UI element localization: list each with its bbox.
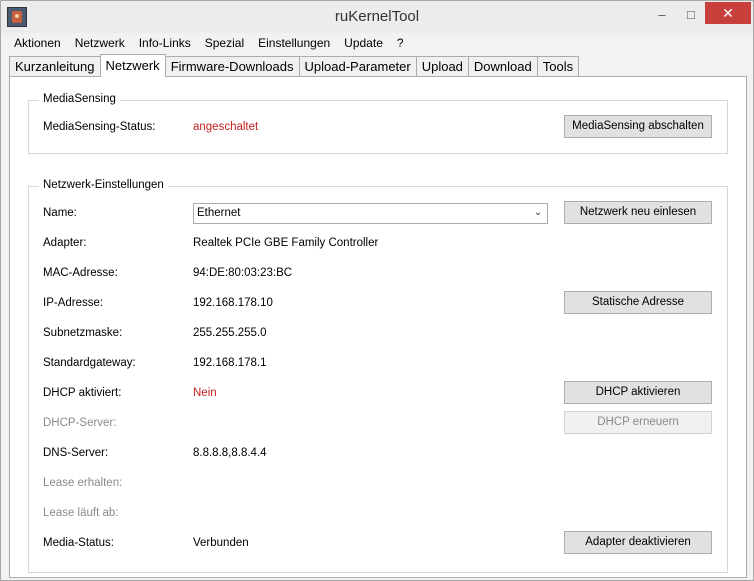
name-label: Name:: [43, 207, 77, 219]
minimize-button[interactable]: –: [651, 5, 673, 25]
mediasensing-group: MediaSensing MediaSensing-Status: angesc…: [28, 93, 728, 154]
chevron-down-icon: ⌄: [533, 207, 543, 218]
tab-content-panel: MediaSensing MediaSensing-Status: angesc…: [9, 76, 747, 578]
ip-address-value: 192.168.178.10: [193, 297, 273, 309]
menu-info-links[interactable]: Info-Links: [132, 34, 198, 52]
menu-update[interactable]: Update: [337, 34, 390, 52]
dhcp-server-label: DHCP-Server:: [43, 417, 117, 429]
dhcp-enabled-label: DHCP aktiviert:: [43, 387, 122, 399]
mac-address-value: 94:DE:80:03:23:BC: [193, 267, 293, 279]
media-status-value: Verbunden: [193, 537, 249, 549]
dhcp-activate-button[interactable]: DHCP aktivieren: [564, 381, 712, 404]
window-title: ruKernelTool: [334, 8, 420, 25]
app-window: ruKernelTool – □ ✕ Aktionen Netzwerk Inf…: [0, 0, 754, 581]
menu-help[interactable]: ?: [390, 34, 411, 52]
static-address-button[interactable]: Statische Adresse: [564, 291, 712, 314]
gateway-value: 192.168.178.1: [193, 357, 267, 369]
rescan-network-button[interactable]: Netzwerk neu einlesen: [564, 201, 712, 224]
media-status-label: Media-Status:: [43, 537, 114, 549]
gateway-label: Standardgateway:: [43, 357, 136, 369]
menu-bar: Aktionen Netzwerk Info-Links Spezial Ein…: [7, 34, 411, 52]
network-name-dropdown[interactable]: Ethernet ⌄: [193, 203, 548, 224]
tab-kurzanleitung[interactable]: Kurzanleitung: [9, 56, 101, 77]
tab-firmware-downloads[interactable]: Firmware-Downloads: [164, 56, 300, 77]
mediasensing-status-label: MediaSensing-Status:: [43, 121, 156, 133]
title-bar[interactable]: ruKernelTool – □ ✕: [1, 1, 753, 33]
lease-expires-label: Lease läuft ab:: [43, 507, 119, 519]
tab-strip: Kurzanleitung Netzwerk Firmware-Download…: [9, 54, 580, 77]
lease-obtained-label: Lease erhalten:: [43, 477, 123, 489]
tab-upload[interactable]: Upload: [415, 56, 469, 77]
subnet-mask-label: Subnetzmaske:: [43, 327, 123, 339]
deactivate-adapter-button[interactable]: Adapter deaktivieren: [564, 531, 712, 554]
adapter-value: Realtek PCIe GBE Family Controller: [193, 237, 379, 249]
dhcp-renew-button[interactable]: DHCP erneuern: [564, 411, 712, 434]
network-name-value: Ethernet: [197, 207, 241, 219]
tab-download[interactable]: Download: [467, 56, 538, 77]
maximize-button[interactable]: □: [680, 5, 702, 25]
mediasensing-toggle-button[interactable]: MediaSensing abschalten: [564, 115, 712, 138]
network-group-title: Netzwerk-Einstellungen: [39, 179, 168, 191]
tab-netzwerk[interactable]: Netzwerk: [99, 54, 166, 77]
tab-upload-parameter[interactable]: Upload-Parameter: [298, 56, 417, 77]
mediasensing-group-title: MediaSensing: [39, 93, 120, 105]
dns-server-value: 8.8.8.8,8.8.4.4: [193, 447, 267, 459]
dns-server-label: DNS-Server:: [43, 447, 109, 459]
subnet-mask-value: 255.255.255.0: [193, 327, 267, 339]
mediasensing-status-value: angeschaltet: [193, 121, 259, 133]
network-settings-group: Netzwerk-Einstellungen Name: Ethernet ⌄ …: [28, 179, 728, 573]
ip-address-label: IP-Adresse:: [43, 297, 104, 309]
adapter-label: Adapter:: [43, 237, 87, 249]
menu-einstellungen[interactable]: Einstellungen: [251, 34, 337, 52]
mac-address-label: MAC-Adresse:: [43, 267, 118, 279]
menu-netzwerk[interactable]: Netzwerk: [68, 34, 132, 52]
menu-aktionen[interactable]: Aktionen: [7, 34, 68, 52]
tab-tools[interactable]: Tools: [536, 56, 580, 77]
close-button[interactable]: ✕: [705, 2, 751, 24]
dhcp-enabled-value: Nein: [193, 387, 217, 399]
menu-spezial[interactable]: Spezial: [198, 34, 251, 52]
